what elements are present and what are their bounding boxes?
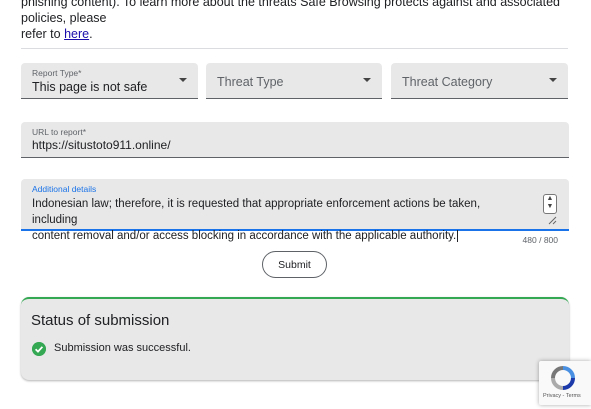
recaptcha-links[interactable]: Privacy - Terms — [543, 393, 581, 399]
intro-suffix: . — [89, 27, 93, 41]
chevron-down-icon — [179, 78, 187, 82]
details-line-2: content removal and/or access blocking i… — [32, 228, 528, 244]
status-card: Status of submission Submission was succ… — [21, 297, 569, 380]
intro-line-1: phishing content). To learn more about t… — [21, 0, 560, 25]
recaptcha-badge[interactable]: Privacy - Terms — [539, 361, 591, 405]
threat-type-select[interactable]: Threat Type — [206, 63, 382, 99]
check-circle-icon — [32, 342, 46, 356]
threat-category-select[interactable]: Threat Category — [391, 63, 568, 99]
report-type-value: This page is not safe — [32, 80, 148, 94]
intro-line-2: refer to here. — [21, 26, 571, 42]
text-cursor — [457, 230, 459, 242]
intro-prefix: refer to — [21, 27, 65, 41]
scroll-arrows-icon[interactable]: ▲ ▼ — [543, 194, 557, 214]
report-type-label: Report Type* — [32, 68, 82, 78]
additional-details-field[interactable]: Additional details Indonesian law; there… — [21, 179, 569, 242]
status-message: Submission was successful. — [54, 342, 191, 354]
url-label: URL to report* — [32, 127, 87, 137]
additional-details-label: Additional details — [32, 184, 97, 194]
details-line-1: Indonesian law; therefore, it is request… — [32, 198, 481, 226]
chevron-down-icon — [549, 78, 557, 82]
here-link[interactable]: here — [64, 27, 89, 41]
threat-category-placeholder: Threat Category — [402, 75, 493, 89]
url-field[interactable]: URL to report* https://situstoto911.onli… — [21, 122, 569, 158]
chevron-down-icon — [363, 78, 371, 82]
threat-type-placeholder: Threat Type — [217, 75, 284, 89]
recaptcha-icon — [551, 366, 575, 390]
status-title: Status of submission — [31, 312, 170, 329]
report-type-select[interactable]: Report Type* This page is not safe — [21, 63, 198, 99]
character-counter: 480 / 800 — [522, 235, 558, 245]
details-line-2-text: content removal and/or access blocking i… — [32, 230, 457, 242]
resize-handle-icon[interactable] — [547, 215, 557, 225]
intro-text: phishing content). To learn more about t… — [21, 0, 571, 42]
divider — [21, 48, 568, 49]
url-value: https://situstoto911.online/ — [32, 138, 171, 152]
submit-button[interactable]: Submit — [262, 251, 327, 278]
additional-details-text[interactable]: Indonesian law; therefore, it is request… — [32, 196, 528, 244]
